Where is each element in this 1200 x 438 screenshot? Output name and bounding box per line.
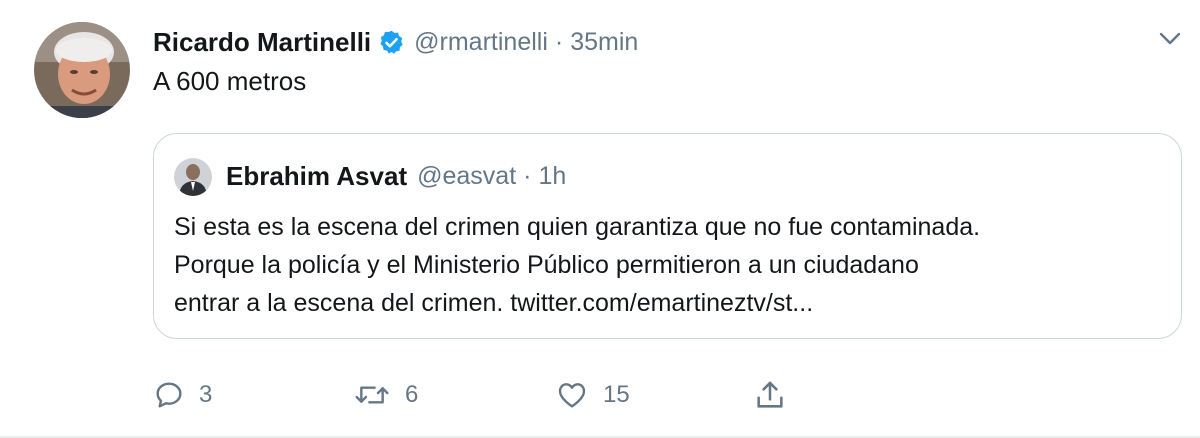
author-name[interactable]: Ricardo Martinelli bbox=[153, 27, 371, 58]
quoted-text-line: Porque la policía y el Ministerio Públic… bbox=[174, 251, 919, 279]
tweet-actions: 3 6 15 bbox=[153, 372, 1153, 418]
quoted-tweet-text: Si esta es la escena del crimen quien ga… bbox=[174, 208, 1164, 322]
quoted-text-line: Si esta es la escena del crimen quien ga… bbox=[174, 213, 981, 241]
quoted-tweet-timestamp: 1h bbox=[538, 161, 567, 190]
author-avatar[interactable] bbox=[34, 22, 130, 118]
share-icon bbox=[757, 381, 783, 408]
profile-photo-icon bbox=[34, 22, 130, 118]
separator-dot: · bbox=[554, 27, 564, 56]
like-button[interactable]: 15 bbox=[555, 372, 630, 418]
tweet-header: Ricardo Martinelli @rmartinelli · 35min bbox=[153, 22, 638, 62]
quoted-author-avatar bbox=[174, 158, 212, 196]
tweet-card[interactable]: Ricardo Martinelli @rmartinelli · 35min … bbox=[0, 0, 1200, 438]
tweet-timestamp[interactable]: 35min bbox=[570, 28, 638, 57]
quoted-tweet[interactable]: Ebrahim Asvat @easvat · 1h Si esta es la… bbox=[153, 133, 1182, 339]
quoted-text-line: entrar a la escena del crimen. twitter.c… bbox=[174, 289, 814, 317]
quoted-author-name[interactable]: Ebrahim Asvat bbox=[226, 161, 407, 192]
share-button[interactable] bbox=[753, 372, 787, 418]
heart-icon bbox=[558, 383, 586, 408]
quoted-author-handle[interactable]: @easvat bbox=[417, 162, 516, 191]
profile-photo-icon bbox=[174, 158, 212, 196]
verified-badge-icon bbox=[378, 29, 405, 56]
chevron-down-icon[interactable] bbox=[1156, 28, 1184, 50]
separator-dot: · bbox=[523, 161, 532, 190]
reply-count: 3 bbox=[199, 381, 213, 408]
quoted-tweet-header: Ebrahim Asvat @easvat · 1h bbox=[226, 156, 566, 196]
reply-icon bbox=[156, 382, 182, 408]
retweet-count: 6 bbox=[405, 381, 419, 408]
retweet-icon bbox=[355, 386, 389, 404]
tweet-text: A 600 metros bbox=[153, 66, 307, 96]
retweet-button[interactable]: 6 bbox=[353, 372, 418, 418]
like-count: 15 bbox=[603, 381, 630, 408]
reply-button[interactable]: 3 bbox=[153, 372, 212, 418]
author-handle[interactable]: @rmartinelli bbox=[414, 28, 548, 57]
